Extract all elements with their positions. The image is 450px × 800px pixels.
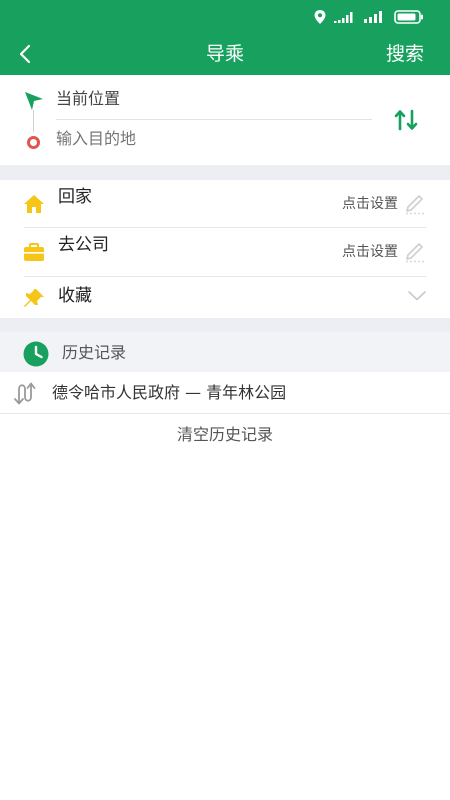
search-button[interactable]: 搜索: [386, 42, 424, 66]
location-status-icon: [314, 10, 326, 24]
pencil-icon[interactable]: [404, 193, 426, 215]
destination-marker-icon: [27, 136, 40, 149]
pin-icon: [24, 289, 44, 307]
signal-icon-2: [364, 11, 382, 23]
start-location-icon: [25, 92, 43, 110]
status-bar: [0, 0, 450, 34]
signal-icon: [334, 12, 353, 23]
section-gap: [0, 318, 450, 332]
pencil-icon[interactable]: [404, 241, 426, 263]
clock-icon: [23, 341, 49, 367]
start-location-field[interactable]: 当前位置: [56, 88, 120, 110]
chevron-down-icon[interactable]: [408, 291, 426, 301]
home-label: 回家: [58, 187, 92, 207]
history-title: 历史记录: [62, 343, 127, 362]
history-header: 历史记录: [0, 332, 450, 372]
clear-history-button[interactable]: 清空历史记录: [0, 414, 450, 456]
destination-input[interactable]: [56, 128, 356, 150]
history-item-text: 德令哈市人民政府 — 青年林公园: [52, 383, 287, 402]
home-icon: [24, 195, 44, 213]
home-set-action[interactable]: 点击设置: [342, 194, 398, 214]
field-divider: [56, 119, 372, 120]
swap-arrows-icon[interactable]: [393, 108, 419, 132]
favorites-label: 收藏: [58, 286, 92, 306]
route-icon: [14, 382, 36, 405]
favorites-row[interactable]: 收藏: [0, 277, 450, 318]
work-label: 去公司: [58, 235, 109, 255]
history-item[interactable]: 德令哈市人民政府 — 青年林公园: [0, 372, 450, 414]
section-gap: [0, 165, 450, 180]
work-shortcut-row[interactable]: 去公司 点击设置: [0, 228, 450, 276]
battery-icon: [394, 10, 423, 24]
page-title: 导乘: [205, 43, 244, 65]
route-connector-line: [33, 110, 34, 132]
home-shortcut-row[interactable]: 回家 点击设置: [0, 180, 450, 228]
briefcase-icon: [24, 243, 44, 261]
app-header: 导乘 搜索: [0, 0, 450, 75]
work-set-action[interactable]: 点击设置: [342, 242, 398, 262]
